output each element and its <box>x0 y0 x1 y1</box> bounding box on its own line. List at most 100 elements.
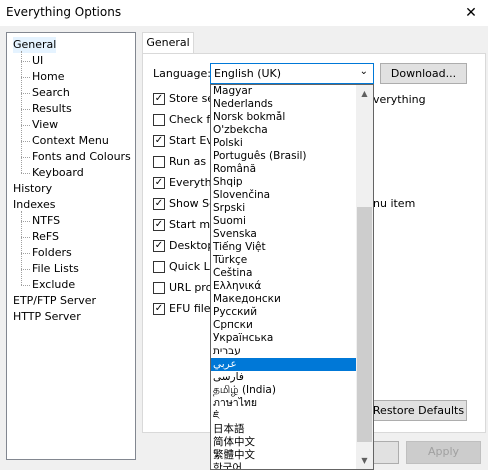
chevron-down-icon: ⌄ <box>359 66 368 77</box>
checkbox-checked[interactable]: ✓ <box>153 303 165 315</box>
checkbox-checked[interactable]: ✓ <box>153 177 165 189</box>
language-option[interactable]: Tiếng Việt <box>211 241 357 254</box>
language-option[interactable]: Македонски <box>211 293 357 306</box>
tab-general[interactable]: General <box>142 32 194 54</box>
tree-item-indexes[interactable]: Indexes <box>13 197 55 213</box>
checkbox-checked[interactable]: ✓ <box>153 135 165 147</box>
tree-connector <box>21 157 30 158</box>
language-option[interactable]: Nederlands <box>211 98 357 111</box>
language-option[interactable]: Svenska <box>211 228 357 241</box>
language-option[interactable]: ཇོ <box>211 410 357 423</box>
tree-connector <box>21 125 30 126</box>
tree-connector <box>21 61 30 62</box>
language-option[interactable]: 简体中文 <box>211 436 357 449</box>
language-option[interactable]: Ελληνικά <box>211 280 357 293</box>
checkbox-label: Desktop <box>169 239 215 252</box>
checkbox-unchecked[interactable] <box>153 261 165 273</box>
language-option[interactable]: Shqip <box>211 176 357 189</box>
language-option[interactable]: Slovenčina <box>211 189 357 202</box>
language-option[interactable]: ภาษาไทย <box>211 397 357 410</box>
tree-item-ntfs[interactable]: NTFS <box>32 213 60 229</box>
checkbox-unchecked[interactable] <box>153 156 165 168</box>
language-option[interactable]: தமிழ் (India) <box>211 384 357 397</box>
language-option[interactable]: Suomi <box>211 215 357 228</box>
language-label: Language: <box>153 67 211 80</box>
apply-button[interactable]: Apply <box>406 441 481 464</box>
tree-item-context-menu[interactable]: Context Menu <box>32 133 109 149</box>
tree-item-results[interactable]: Results <box>32 101 72 117</box>
tree-item-exclude[interactable]: Exclude <box>32 277 75 293</box>
checkbox-label: Store se <box>169 92 215 105</box>
language-option[interactable]: Русский <box>211 306 357 319</box>
checkbox-unchecked[interactable] <box>153 114 165 126</box>
language-option[interactable]: O'zbekcha <box>211 124 357 137</box>
tree-item-general[interactable]: General <box>13 37 57 53</box>
checkbox-checked[interactable]: ✓ <box>153 198 165 210</box>
tree-item-folders[interactable]: Folders <box>32 245 72 261</box>
options-window: Everything Options ✕ General UI Home Search… <box>0 0 488 470</box>
tree-connector <box>21 51 22 173</box>
tree-item-ui[interactable]: UI <box>32 53 43 69</box>
language-option[interactable]: Norsk bokmål <box>211 111 357 124</box>
tree-connector <box>21 109 30 110</box>
language-options: Magyar Nederlands Norsk bokmål O'zbekcha Pol… <box>211 85 357 469</box>
window-title: Everything Options <box>6 5 122 19</box>
language-option[interactable]: 繁體中文 <box>211 449 357 462</box>
tree-item-home[interactable]: Home <box>32 69 64 85</box>
language-option[interactable]: 한국어 <box>211 462 357 469</box>
store-settings-label-tail: verything <box>373 93 426 106</box>
language-option[interactable]: فارسی <box>211 371 357 384</box>
language-option[interactable]: Polski <box>211 137 357 150</box>
language-option[interactable]: Türkçe <box>211 254 357 267</box>
checkbox-label: Show Se <box>169 197 216 210</box>
language-selected-value: English (UK) <box>214 67 282 80</box>
dropdown-scrollbar[interactable]: ▲ ▼ <box>356 85 373 469</box>
options-tree: General UI Home Search Results View Context Me… <box>6 32 136 460</box>
language-option[interactable]: Srpski <box>211 202 357 215</box>
title-bar: Everything Options ✕ <box>0 0 488 26</box>
checkbox-checked[interactable]: ✓ <box>153 219 165 231</box>
close-icon[interactable]: ✕ <box>454 0 488 26</box>
tree-item-etp-ftp-server[interactable]: ETP/FTP Server <box>13 293 96 309</box>
language-option[interactable]: Português (Brasil) <box>211 150 357 163</box>
tree-connector <box>21 221 30 222</box>
tree-item-file-lists[interactable]: File Lists <box>32 261 79 277</box>
tree-connector <box>21 237 30 238</box>
checkbox-label: Everythi <box>169 176 215 189</box>
scroll-up-icon[interactable]: ▲ <box>356 85 373 102</box>
download-button[interactable]: Download... <box>380 63 467 84</box>
tree-connector <box>21 211 22 285</box>
scrollbar-thumb[interactable] <box>357 207 372 442</box>
language-option[interactable]: Українська <box>211 332 357 345</box>
tree-connector <box>21 285 30 286</box>
restore-defaults-button[interactable]: Restore Defaults <box>370 400 467 421</box>
checkbox-checked[interactable]: ✓ <box>153 240 165 252</box>
cancel-button-partial[interactable] <box>372 441 399 464</box>
language-select[interactable]: English (UK) ⌄ <box>210 63 374 84</box>
tree-connector <box>21 173 30 174</box>
tree-item-http-server[interactable]: HTTP Server <box>13 309 81 325</box>
show-search-label-tail: nu item <box>373 197 416 210</box>
tree-connector <box>21 253 30 254</box>
tree-item-keyboard[interactable]: Keyboard <box>32 165 84 181</box>
tree-connector <box>21 77 30 78</box>
language-option[interactable]: עברית <box>211 345 357 358</box>
checkbox-checked[interactable]: ✓ <box>153 93 165 105</box>
tree-connector <box>21 269 30 270</box>
scroll-down-icon[interactable]: ▼ <box>356 452 373 469</box>
checkbox-unchecked[interactable] <box>153 282 165 294</box>
tree-item-fonts-and-colours[interactable]: Fonts and Colours <box>32 149 131 165</box>
language-option[interactable]: عربي <box>211 358 357 371</box>
language-option[interactable]: Magyar <box>211 85 357 98</box>
tree-item-refs[interactable]: ReFS <box>32 229 59 245</box>
language-dropdown-list[interactable]: Magyar Nederlands Norsk bokmål O'zbekcha Pol… <box>210 84 374 470</box>
tree-item-history[interactable]: History <box>13 181 52 197</box>
tree-item-search[interactable]: Search <box>32 85 70 101</box>
language-option[interactable]: Čeština <box>211 267 357 280</box>
tree-connector <box>21 141 30 142</box>
tree-item-view[interactable]: View <box>32 117 58 133</box>
language-option[interactable]: Српски <box>211 319 357 332</box>
language-option[interactable]: Română <box>211 163 357 176</box>
language-option[interactable]: 日本語 <box>211 423 357 436</box>
tree-connector <box>21 93 30 94</box>
